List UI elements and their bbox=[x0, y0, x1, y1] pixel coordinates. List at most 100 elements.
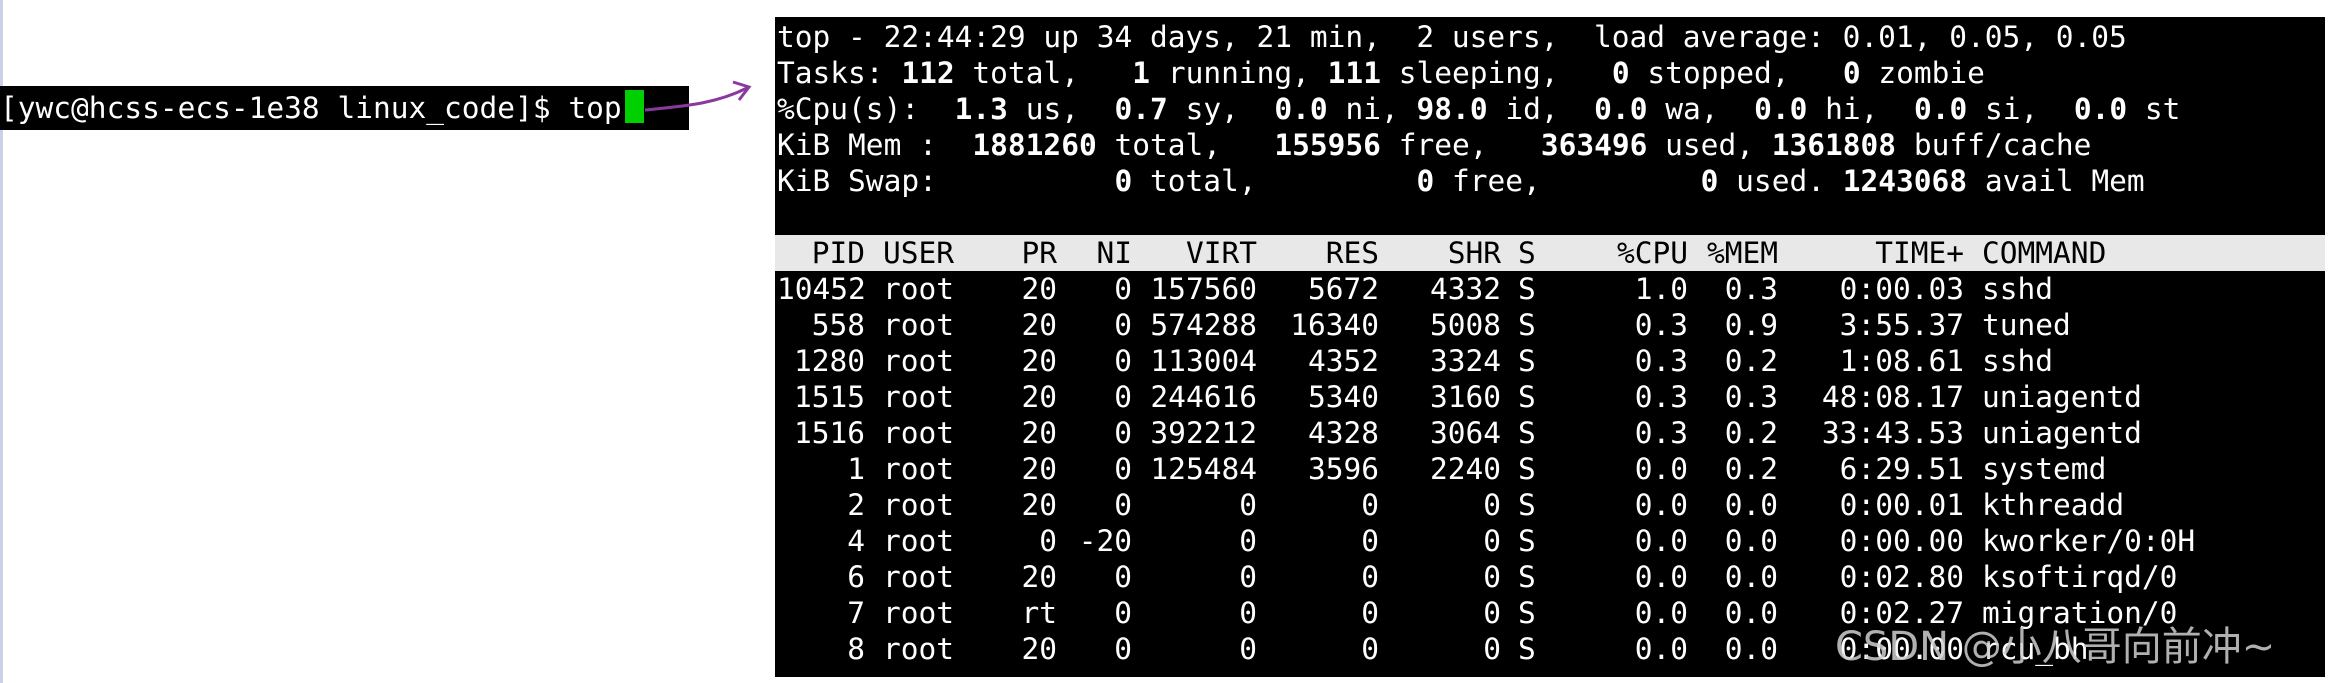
cell-cpu: 0.0 bbox=[1634, 488, 1688, 522]
table-row: 4 root 0 -20 0 0 0 S 0.0 0.0 0:00.00 kworker/0:0H bbox=[775, 523, 2325, 559]
table-row: 1 root 20 0 125484 3596 2240 S 0.0 0.2 6:29.51 syst… bbox=[775, 451, 2325, 487]
cell-res: 0 bbox=[1361, 524, 1379, 558]
shell-prompt[interactable]: [ywc@hcss-ecs-1e38 linux_code]$ top bbox=[0, 86, 689, 130]
cell-ni: 0 bbox=[1114, 308, 1132, 342]
cell-command: systemd bbox=[1982, 452, 2107, 486]
cell-state: S bbox=[1518, 524, 1536, 558]
cell-pid: 2 bbox=[847, 488, 865, 522]
cell-virt: 244616 bbox=[1150, 380, 1257, 414]
cell-mem: 0.9 bbox=[1724, 308, 1778, 342]
cell-cpu: 0.0 bbox=[1634, 524, 1688, 558]
cell-time: 1:08.61 bbox=[1839, 344, 1964, 378]
cell-cpu: 0.3 bbox=[1634, 308, 1688, 342]
cell-res: 16340 bbox=[1290, 308, 1379, 342]
cell-ni: 0 bbox=[1114, 632, 1132, 666]
cell-ni: 0 bbox=[1114, 272, 1132, 306]
cell-mem: 0.2 bbox=[1724, 416, 1778, 450]
cell-virt: 574288 bbox=[1150, 308, 1257, 342]
cell-mem: 0.3 bbox=[1724, 380, 1778, 414]
cell-shr: 3160 bbox=[1429, 380, 1501, 414]
cell-shr: 0 bbox=[1483, 596, 1501, 630]
cell-state: S bbox=[1518, 596, 1536, 630]
table-row: 10452 root 20 0 157560 5672 4332 S 1.0 0.3 0:00.03… bbox=[775, 271, 2325, 307]
cell-pid: 4 bbox=[847, 524, 865, 558]
cell-virt: 392212 bbox=[1150, 416, 1257, 450]
cell-virt: 0 bbox=[1239, 488, 1257, 522]
cell-state: S bbox=[1518, 308, 1536, 342]
cell-command: kworker/0:0H bbox=[1982, 524, 2196, 558]
col-cpu: %CPU bbox=[1616, 236, 1688, 270]
top-output-panel: top - 22:44:29 up 34 days, 21 min, 2 use… bbox=[775, 17, 2325, 677]
cell-command: tuned bbox=[1982, 308, 2071, 342]
cell-command: kthreadd bbox=[1982, 488, 2125, 522]
cell-ni: 0 bbox=[1114, 380, 1132, 414]
cell-state: S bbox=[1518, 272, 1536, 306]
cell-res: 4328 bbox=[1307, 416, 1379, 450]
cell-command: ksoftirqd/0 bbox=[1982, 560, 2178, 594]
cell-res: 0 bbox=[1361, 560, 1379, 594]
cell-state: S bbox=[1518, 488, 1536, 522]
cpu-line: %Cpu(s): 1.3 us, 0.7 sy, 0.0 ni, 98.0 id… bbox=[777, 92, 2181, 126]
cell-pid: 558 bbox=[811, 308, 865, 342]
cell-res: 0 bbox=[1361, 488, 1379, 522]
cell-time: 3:55.37 bbox=[1839, 308, 1964, 342]
cell-cpu: 0.0 bbox=[1634, 560, 1688, 594]
cell-res: 0 bbox=[1361, 596, 1379, 630]
cell-state: S bbox=[1518, 380, 1536, 414]
col-res: RES bbox=[1325, 236, 1379, 270]
cell-shr: 3324 bbox=[1429, 344, 1501, 378]
cell-mem: 0.0 bbox=[1724, 488, 1778, 522]
cell-pid: 1 bbox=[847, 452, 865, 486]
cell-ni: 0 bbox=[1114, 596, 1132, 630]
cell-ni: 0 bbox=[1114, 344, 1132, 378]
cell-mem: 0.2 bbox=[1724, 452, 1778, 486]
cell-pid: 6 bbox=[847, 560, 865, 594]
col-s: S bbox=[1518, 236, 1536, 270]
cell-virt: 113004 bbox=[1150, 344, 1257, 378]
cell-virt: 125484 bbox=[1150, 452, 1257, 486]
cell-mem: 0.0 bbox=[1724, 596, 1778, 630]
mem-line: KiB Mem : 1881260 total, 155956 free, 36… bbox=[777, 128, 2092, 162]
cell-ni: 0 bbox=[1114, 452, 1132, 486]
terminal-cursor bbox=[624, 90, 644, 123]
watermark-text: CSDN @小八哥向前冲~ bbox=[1835, 624, 2276, 670]
cell-virt: 0 bbox=[1239, 560, 1257, 594]
cell-shr: 0 bbox=[1483, 560, 1501, 594]
cell-mem: 0.3 bbox=[1724, 272, 1778, 306]
cell-time: 0:00.01 bbox=[1839, 488, 1964, 522]
cell-res: 0 bbox=[1361, 632, 1379, 666]
cell-mem: 0.2 bbox=[1724, 344, 1778, 378]
process-table-header: PID USER PR NI VIRT RES SHR S %CPU %MEM … bbox=[775, 235, 2325, 271]
col-mem: %MEM bbox=[1706, 236, 1778, 270]
col-ni: NI bbox=[1096, 236, 1132, 270]
cell-cpu: 0.0 bbox=[1634, 596, 1688, 630]
cell-ni: 0 bbox=[1114, 560, 1132, 594]
table-row: 558 root 20 0 574288 16340 5008 S 0.3 0.9 3:55.37 t… bbox=[775, 307, 2325, 343]
table-row: 6 root 20 0 0 0 0 S 0.0 0.0 0:02.80 ksoftirqd/0 bbox=[775, 559, 2325, 595]
cell-command: sshd bbox=[1982, 344, 2054, 378]
cell-pr: 20 bbox=[1021, 488, 1057, 522]
cell-shr: 0 bbox=[1483, 524, 1501, 558]
cell-cpu: 0.0 bbox=[1634, 632, 1688, 666]
cell-pr: 20 bbox=[1021, 416, 1057, 450]
cell-pr: 20 bbox=[1021, 308, 1057, 342]
uptime-line: top - 22:44:29 up 34 days, 21 min, 2 use… bbox=[777, 20, 2127, 54]
cell-time: 33:43.53 bbox=[1821, 416, 1964, 450]
cell-res: 5340 bbox=[1307, 380, 1379, 414]
cell-state: S bbox=[1518, 452, 1536, 486]
cell-shr: 4332 bbox=[1429, 272, 1501, 306]
table-row: 1516 root 20 0 392212 4328 3064 S 0.3 0.2 33:43.53… bbox=[775, 415, 2325, 451]
col-virt: VIRT bbox=[1185, 236, 1257, 270]
cell-time: 48:08.17 bbox=[1821, 380, 1964, 414]
cell-pr: 0 bbox=[1039, 524, 1057, 558]
cell-pid: 1516 bbox=[793, 416, 865, 450]
swap-line: KiB Swap: 0 total, 0 free, 0 used. 12430… bbox=[777, 164, 2145, 198]
cell-state: S bbox=[1518, 344, 1536, 378]
cell-command: uniagentd bbox=[1982, 380, 2142, 414]
cell-time: 0:00.00 bbox=[1839, 524, 1964, 558]
cell-res: 5672 bbox=[1307, 272, 1379, 306]
col-pid: PID bbox=[811, 236, 865, 270]
cell-shr: 0 bbox=[1483, 488, 1501, 522]
cell-pr: 20 bbox=[1021, 632, 1057, 666]
cell-ni: -20 bbox=[1078, 524, 1132, 558]
